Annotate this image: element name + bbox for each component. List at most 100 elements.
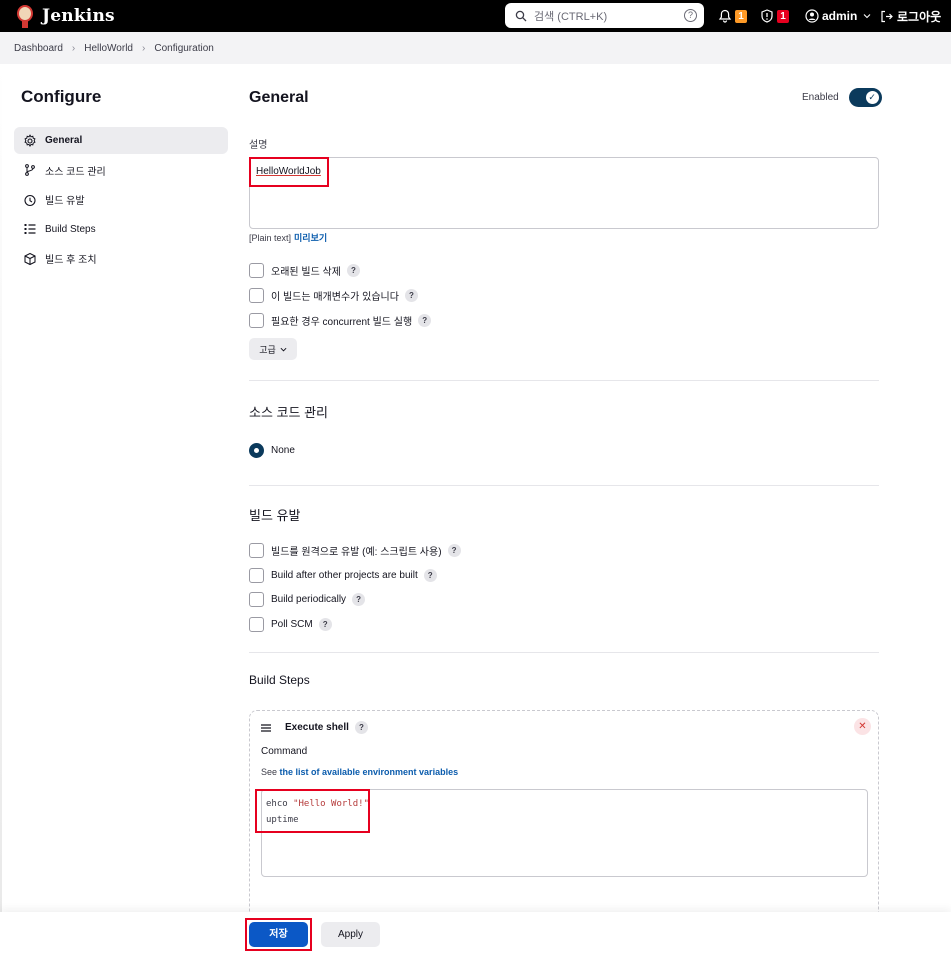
trigger-remote[interactable]: 빌드를 원격으로 유발 (예: 스크립트 사용) ?: [249, 543, 461, 558]
logout-label: 로그아웃: [897, 9, 942, 24]
trigger-periodically[interactable]: Build periodically ?: [249, 592, 366, 607]
description-field[interactable]: HelloWorldJob: [249, 157, 879, 229]
help-icon[interactable]: ?: [318, 618, 332, 631]
sidebar-item-post-build[interactable]: 빌드 후 조치: [14, 245, 228, 272]
security-button[interactable]: 1: [760, 0, 789, 32]
chevron-down-icon: [280, 347, 287, 351]
help-icon[interactable]: ?: [418, 314, 432, 327]
section-divider: [249, 485, 879, 486]
section-title-scm: 소스 코드 관리: [249, 405, 328, 420]
sidebar-item-scm[interactable]: 소스 코드 관리: [14, 157, 228, 184]
enabled-toggle-group: Enabled ✓: [802, 88, 882, 107]
shield-alert-icon: [761, 9, 773, 23]
highlight-box: [245, 918, 312, 951]
app-name: Jenkins: [42, 6, 115, 26]
see-prefix: See: [261, 767, 280, 777]
sidebar-item-label: 빌드 후 조치: [45, 255, 97, 266]
advanced-button[interactable]: 고급: [249, 338, 297, 360]
option-label: 필요한 경우 concurrent 빌드 실행: [271, 317, 413, 328]
breadcrumb: Dashboard › HelloWorld › Configuration: [0, 32, 951, 64]
sidebar-nav: General 소스 코드 관리 빌드 유발 Build Steps 빌드 후 …: [14, 127, 228, 275]
chevron-down-icon: [863, 14, 871, 19]
preview-link[interactable]: 미리보기: [294, 233, 327, 243]
option-label: 이 빌드는 매개변수가 있습니다: [271, 292, 399, 303]
help-icon[interactable]: ?: [346, 264, 360, 277]
user-name: admin: [822, 9, 858, 23]
env-vars-link[interactable]: the list of available environment variab…: [280, 767, 459, 777]
sidebar-item-label: Build Steps: [45, 223, 96, 235]
trigger-label: Poll SCM: [271, 619, 313, 630]
trigger-label: Build periodically: [271, 594, 347, 605]
gear-icon: [24, 133, 36, 147]
search-help-icon[interactable]: ?: [684, 9, 697, 22]
enabled-toggle[interactable]: ✓: [848, 88, 882, 107]
sidebar-item-label: 소스 코드 관리: [45, 166, 106, 178]
section-title-triggers: 빌드 유발: [249, 508, 301, 523]
security-badge: 1: [777, 9, 789, 23]
branch-icon: [25, 164, 35, 176]
breadcrumb-separator-icon: ›: [142, 42, 146, 54]
user-menu[interactable]: admin: [805, 0, 871, 32]
scm-option-none[interactable]: None: [249, 443, 295, 458]
checkbox[interactable]: [249, 263, 264, 278]
scm-none-label: None: [271, 445, 295, 456]
option-parameterized[interactable]: 이 빌드는 매개변수가 있습니다 ?: [249, 288, 418, 303]
breadcrumb-configuration[interactable]: Configuration: [154, 43, 213, 54]
cube-icon: [24, 252, 36, 265]
step-header: Execute shell ?: [261, 721, 368, 734]
help-icon[interactable]: ?: [404, 289, 418, 302]
trigger-after-other-projects[interactable]: Build after other projects are built ?: [249, 568, 437, 583]
sidebar-item-triggers[interactable]: 빌드 유발: [14, 186, 228, 213]
drag-handle-icon[interactable]: [261, 723, 271, 732]
jenkins-logo[interactable]: Jenkins: [14, 4, 115, 28]
checkbox[interactable]: [249, 313, 264, 328]
section-title-build-steps: Build Steps: [249, 673, 310, 687]
checkbox[interactable]: [249, 568, 264, 583]
help-icon[interactable]: ?: [423, 569, 437, 582]
advanced-label: 고급: [259, 344, 276, 355]
env-vars-line: See the list of available environment va…: [261, 767, 458, 777]
sidebar-item-build-steps[interactable]: Build Steps: [14, 216, 228, 243]
help-icon[interactable]: ?: [354, 721, 368, 734]
help-icon[interactable]: ?: [447, 544, 461, 557]
trigger-poll-scm[interactable]: Poll SCM ?: [249, 617, 332, 632]
sidebar-item-general[interactable]: General: [14, 127, 228, 154]
section-title-general: General: [249, 89, 309, 106]
apply-button[interactable]: Apply: [321, 922, 380, 947]
trigger-label: 빌드를 원격으로 유발 (예: 스크립트 사용): [271, 547, 442, 558]
trigger-label: Build after other projects are built: [271, 570, 418, 581]
logout-button[interactable]: 로그아웃: [880, 0, 941, 32]
breadcrumb-dashboard[interactable]: Dashboard: [14, 43, 63, 54]
search-icon: [515, 10, 527, 21]
section-divider: [249, 380, 879, 381]
checkbox[interactable]: [249, 288, 264, 303]
option-label: 오래된 빌드 삭제: [271, 267, 341, 278]
sidebar-title: Configure: [21, 87, 102, 106]
jenkins-butler-icon: [14, 4, 36, 28]
highlight-box: [255, 789, 370, 833]
checkbox[interactable]: [249, 543, 264, 558]
radio-selected[interactable]: [249, 443, 264, 458]
user-icon: [805, 9, 819, 23]
bottom-action-bar: [0, 912, 951, 954]
description-label: 설명: [249, 140, 268, 151]
clock-icon: [24, 194, 36, 206]
enabled-label: Enabled: [802, 92, 839, 103]
plain-text-line: [Plain text] 미리보기: [249, 231, 327, 244]
bell-icon: [718, 9, 732, 23]
breadcrumb-separator-icon: ›: [71, 42, 76, 54]
checkbox[interactable]: [249, 617, 264, 632]
close-icon[interactable]: ✕: [854, 718, 871, 735]
option-concurrent[interactable]: 필요한 경우 concurrent 빌드 실행 ?: [249, 313, 432, 328]
breadcrumb-helloworld[interactable]: HelloWorld: [84, 43, 133, 54]
highlight-box: [249, 157, 329, 187]
notifications-button[interactable]: 1: [718, 0, 747, 32]
search-input[interactable]: 검색 (CTRL+K) ?: [505, 3, 704, 28]
checkbox[interactable]: [249, 592, 264, 607]
step-name: Execute shell: [285, 722, 349, 733]
option-discard-old-builds[interactable]: 오래된 빌드 삭제 ?: [249, 263, 360, 278]
check-icon: ✓: [865, 91, 879, 104]
help-icon[interactable]: ?: [352, 593, 366, 606]
logout-icon: [881, 10, 893, 22]
command-label: Command: [261, 746, 308, 757]
